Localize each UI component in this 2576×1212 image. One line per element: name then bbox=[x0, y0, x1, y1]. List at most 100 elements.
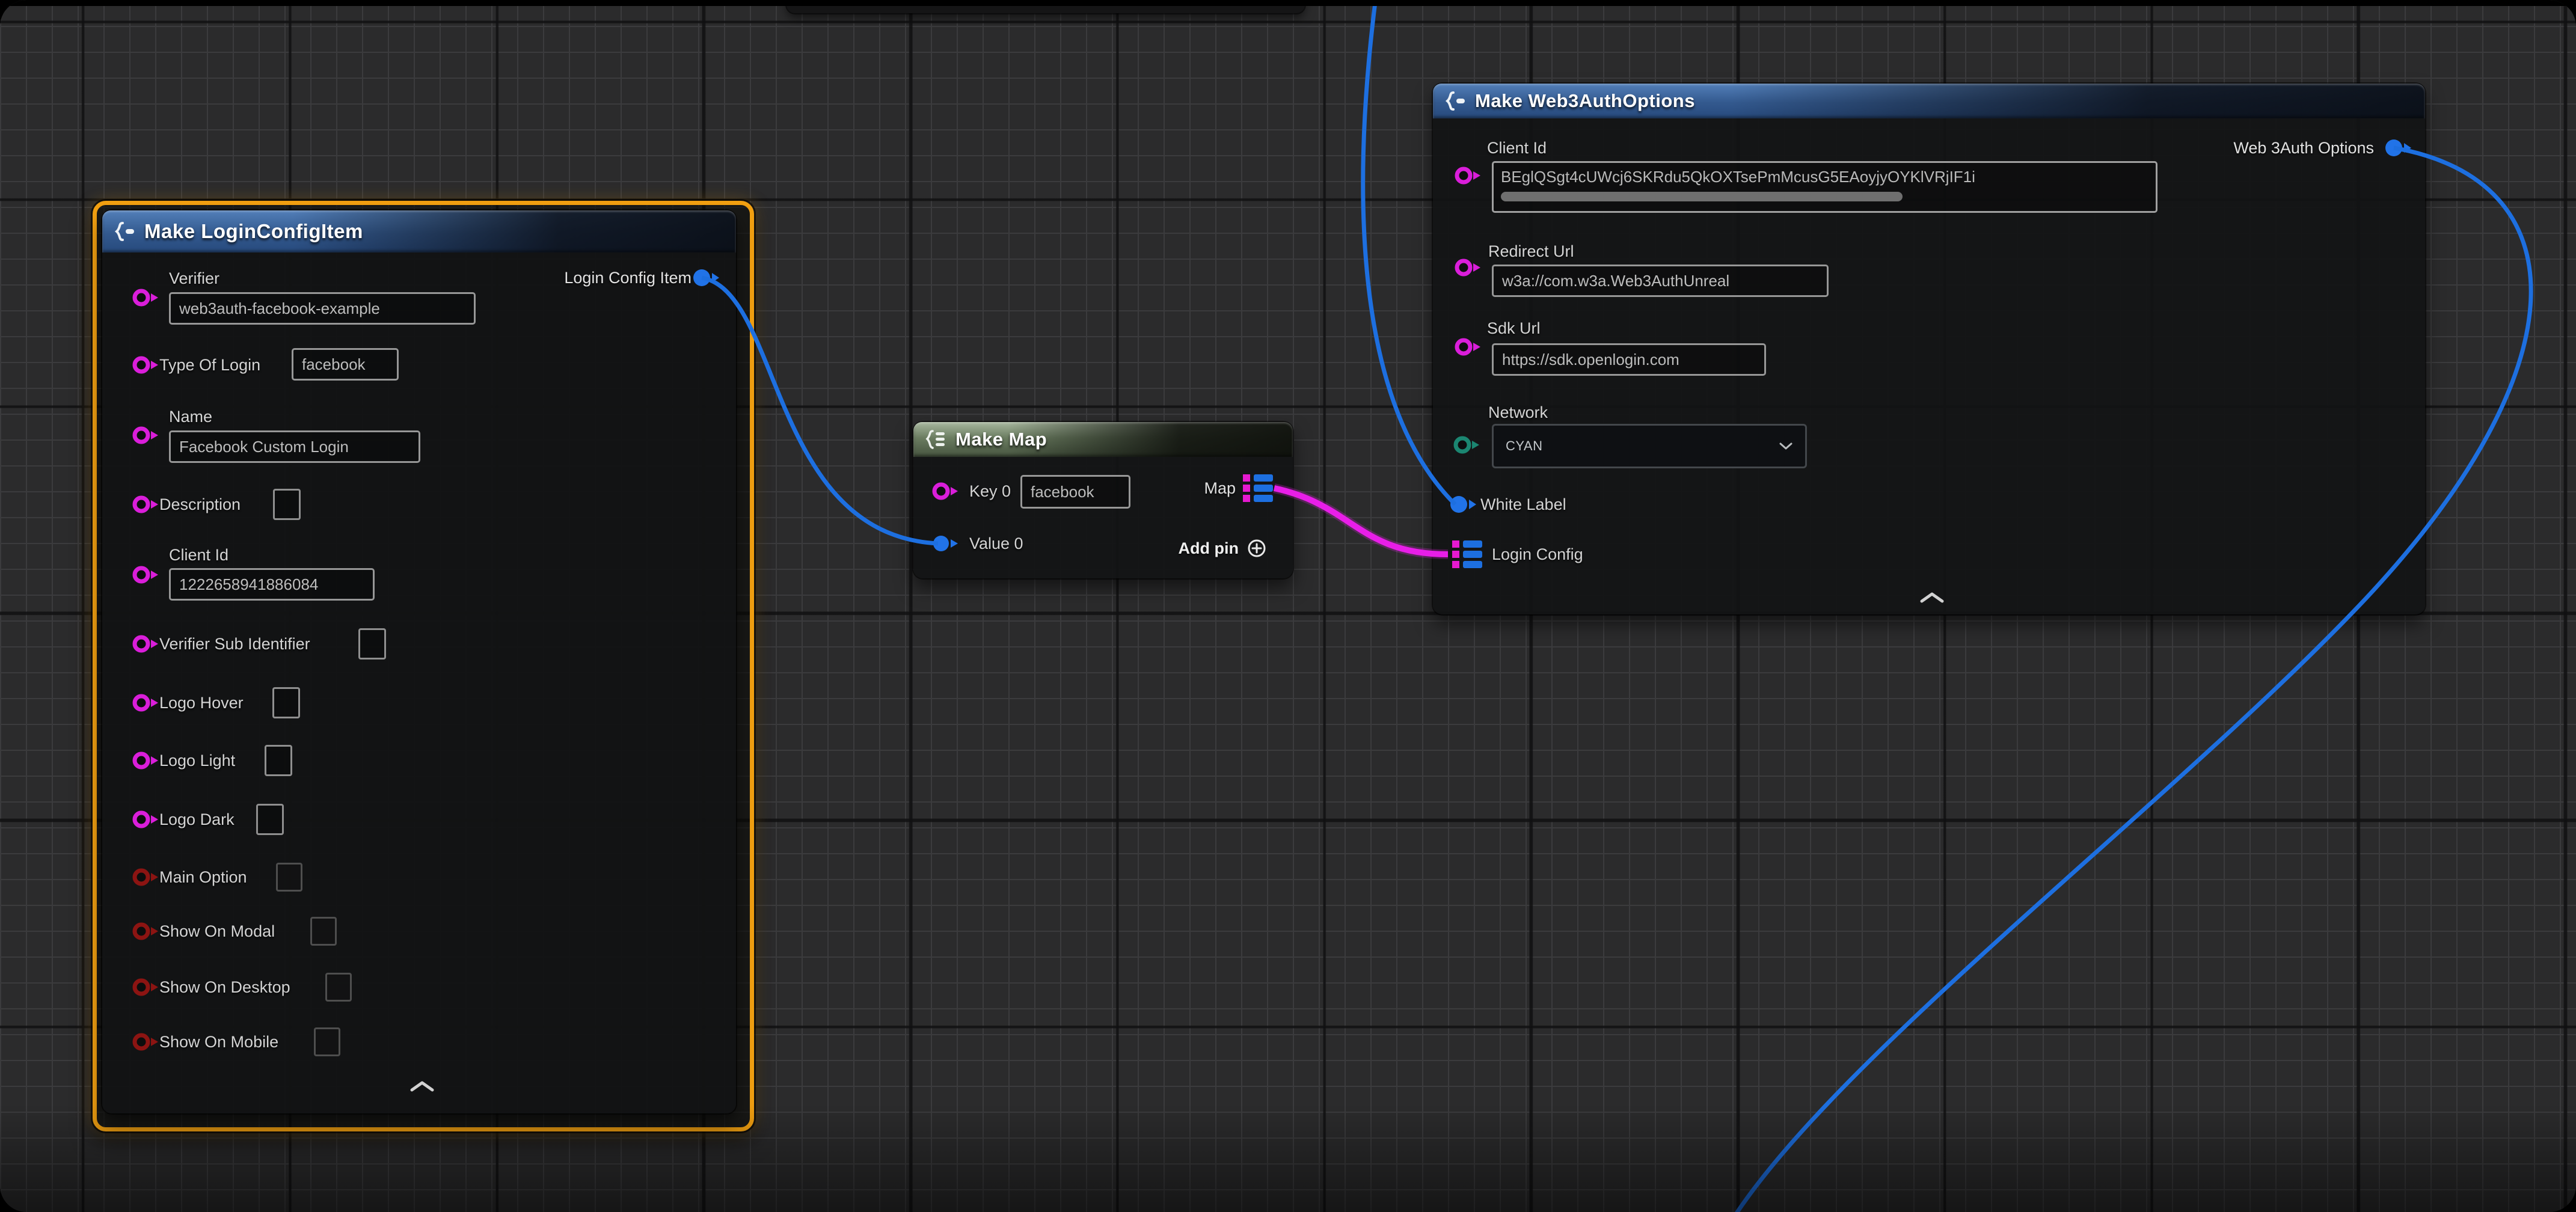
node-make-login-config-item[interactable]: Make LoginConfigItem Login Config Item V… bbox=[102, 210, 736, 1113]
key0-field[interactable]: facebook bbox=[1020, 475, 1130, 509]
string-pin-icon bbox=[130, 691, 162, 715]
make-struct-icon bbox=[1444, 91, 1467, 111]
name-field[interactable]: Facebook Custom Login bbox=[169, 430, 420, 463]
network-pin[interactable] bbox=[1452, 433, 1483, 457]
verifier-field[interactable]: web3auth-facebook-example bbox=[169, 292, 476, 325]
sdk-url-pin[interactable] bbox=[1453, 335, 1484, 359]
node-title: Make Web3AuthOptions bbox=[1475, 90, 1695, 112]
verifier-sub-identifier-pin[interactable] bbox=[130, 632, 162, 656]
logo-hover-pin[interactable] bbox=[130, 691, 162, 715]
pin-label: Sdk Url bbox=[1487, 319, 1541, 338]
description-pin[interactable] bbox=[130, 492, 162, 516]
node-header[interactable]: Make Map bbox=[913, 422, 1293, 457]
pin-label: Name bbox=[169, 408, 212, 426]
pin-label: Show On Desktop bbox=[159, 978, 290, 997]
string-pin-icon bbox=[130, 492, 162, 516]
show-on-desktop-pin[interactable] bbox=[130, 975, 162, 999]
output-pin-label: Login Config Item bbox=[564, 269, 692, 287]
logo-dark-pin[interactable] bbox=[130, 807, 162, 831]
blueprint-graph-canvas[interactable]: Make LoginConfigItem Login Config Item V… bbox=[0, 0, 2576, 1212]
node-make-map[interactable]: Make Map Key 0 facebook Map Value 0 Add … bbox=[913, 422, 1293, 578]
verifier-pin[interactable] bbox=[130, 286, 162, 310]
pin-label: Client Id bbox=[1487, 139, 1547, 158]
client-id-field[interactable]: 1222658941886084 bbox=[169, 568, 375, 601]
client-id-pin[interactable] bbox=[130, 563, 162, 587]
object-pin-icon bbox=[1447, 492, 1478, 516]
pin-label: Key 0 bbox=[969, 482, 1011, 501]
node-title: Make Map bbox=[955, 429, 1047, 450]
string-pin-icon bbox=[1453, 164, 1484, 188]
node-make-web3auth-options[interactable]: Make Web3AuthOptions Client Id BEglQSgt4… bbox=[1433, 84, 2425, 614]
make-map-icon bbox=[924, 429, 947, 450]
chevron-down-icon bbox=[1779, 442, 1793, 450]
verifier-sub-identifier-field[interactable] bbox=[358, 628, 386, 660]
pin-label: White Label bbox=[1480, 495, 1566, 514]
pin-label: Value 0 bbox=[969, 534, 1023, 553]
pin-label: Type Of Login bbox=[159, 356, 260, 375]
white-label-pin[interactable] bbox=[1447, 492, 1478, 516]
string-pin-icon bbox=[1453, 256, 1484, 280]
string-pin-icon bbox=[130, 632, 162, 656]
map-output-pin[interactable] bbox=[1243, 474, 1274, 502]
chevron-up-icon bbox=[409, 1080, 435, 1093]
collapse-node-button[interactable] bbox=[409, 1080, 435, 1096]
output-pin-label: Web 3Auth Options bbox=[2233, 139, 2374, 158]
login-config-pin[interactable] bbox=[1452, 540, 1483, 568]
sdk-url-field[interactable]: https://sdk.openlogin.com bbox=[1492, 343, 1766, 376]
type-of-login-pin[interactable] bbox=[130, 353, 162, 377]
pin-label: Verifier bbox=[169, 269, 219, 288]
string-pin-icon bbox=[130, 807, 162, 831]
string-pin-icon bbox=[130, 353, 162, 377]
logo-hover-field[interactable] bbox=[272, 687, 300, 718]
pin-label: Show On Modal bbox=[159, 922, 275, 941]
string-pin-icon bbox=[130, 748, 162, 773]
main-option-checkbox[interactable] bbox=[276, 863, 302, 892]
logo-dark-field[interactable] bbox=[256, 804, 284, 835]
pin-label: Show On Mobile bbox=[159, 1033, 278, 1051]
add-pin-button[interactable]: Add pin bbox=[1179, 537, 1268, 559]
network-dropdown[interactable]: CYAN bbox=[1492, 424, 1807, 468]
pin-label: Logo Light bbox=[159, 751, 235, 770]
redirect-url-field[interactable]: w3a://com.w3a.Web3AuthUnreal bbox=[1492, 265, 1829, 297]
show-on-modal-checkbox[interactable] bbox=[310, 917, 337, 946]
logo-light-pin[interactable] bbox=[130, 748, 162, 773]
pin-label: Logo Dark bbox=[159, 810, 235, 829]
bool-pin-icon bbox=[130, 1030, 162, 1054]
key0-pin[interactable] bbox=[930, 479, 961, 503]
redirect-url-pin[interactable] bbox=[1453, 256, 1484, 280]
pin-label: Description bbox=[159, 495, 241, 514]
client-id-field[interactable]: BEglQSgt4cUWcj6SKRdu5QkOXTsePmMcusG5EAoy… bbox=[1492, 161, 2157, 213]
pin-label: Network bbox=[1488, 403, 1548, 422]
chevron-up-icon bbox=[1919, 591, 1945, 604]
enum-pin-icon bbox=[1452, 433, 1483, 457]
pin-label: Redirect Url bbox=[1488, 242, 1574, 261]
bool-pin-icon bbox=[130, 975, 162, 999]
client-id-pin[interactable] bbox=[1453, 164, 1484, 188]
collapse-node-button[interactable] bbox=[1919, 591, 1945, 607]
show-on-modal-pin[interactable] bbox=[130, 919, 162, 943]
node-header[interactable]: Make LoginConfigItem bbox=[102, 210, 736, 252]
description-field[interactable] bbox=[273, 489, 301, 520]
bool-pin-icon bbox=[130, 919, 162, 943]
map-pin-icon bbox=[1452, 540, 1483, 568]
output-pin-label: Map bbox=[1204, 479, 1236, 498]
map-pin-icon bbox=[1243, 474, 1274, 502]
name-pin[interactable] bbox=[130, 423, 162, 447]
wire-map-to-login-config[interactable] bbox=[1274, 488, 1448, 554]
show-on-mobile-checkbox[interactable] bbox=[314, 1027, 340, 1056]
pin-label: Client Id bbox=[169, 546, 228, 565]
string-pin-icon bbox=[1453, 335, 1484, 359]
show-on-mobile-pin[interactable] bbox=[130, 1030, 162, 1054]
pin-label: Login Config bbox=[1492, 545, 1583, 564]
field-horizontal-scrollbar[interactable] bbox=[1501, 192, 1903, 201]
type-of-login-field[interactable]: facebook bbox=[292, 348, 399, 381]
main-option-pin[interactable] bbox=[130, 865, 162, 889]
string-pin-icon bbox=[130, 423, 162, 447]
show-on-desktop-checkbox[interactable] bbox=[325, 973, 352, 1002]
node-header[interactable]: Make Web3AuthOptions bbox=[1433, 84, 2425, 118]
circled-plus-icon bbox=[1246, 537, 1268, 559]
logo-light-field[interactable] bbox=[265, 745, 292, 776]
add-pin-label: Add pin bbox=[1179, 539, 1239, 558]
string-pin-icon bbox=[130, 286, 162, 310]
string-pin-icon bbox=[130, 563, 162, 587]
